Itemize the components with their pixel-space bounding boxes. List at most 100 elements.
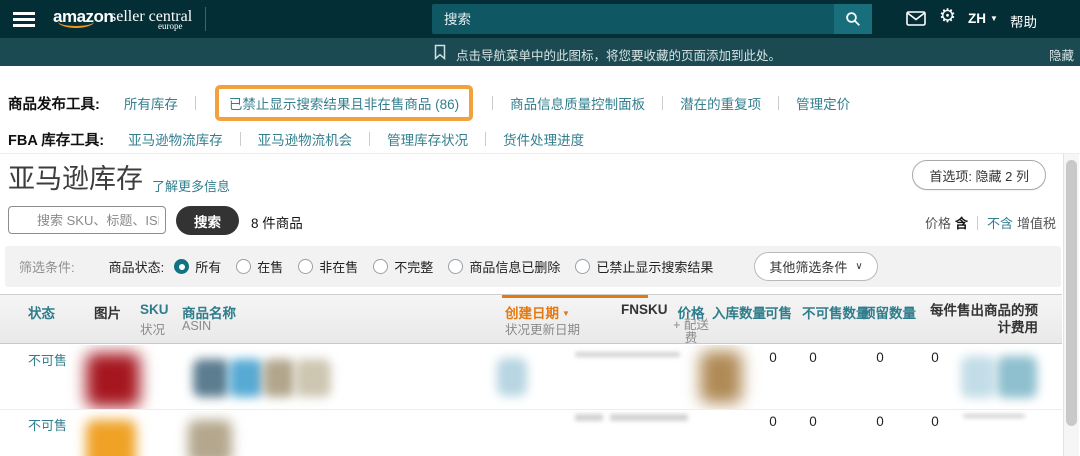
redacted-price-block <box>700 351 742 403</box>
bookmark-icon <box>434 44 446 65</box>
radio-option-inactive[interactable]: 非在售 <box>298 257 358 276</box>
global-search-button[interactable] <box>834 4 872 34</box>
redacted-name-block <box>193 359 229 397</box>
col-date-sub: 状况更新日期 <box>505 319 580 338</box>
product-image[interactable] <box>86 420 136 456</box>
notice-text: 点击导航菜单中的此图标，将您要收藏的页面添加到此处。 <box>456 45 781 64</box>
nav-fba-opportunities[interactable]: 亚马逊物流机会 <box>258 129 353 149</box>
radio-selected-icon[interactable] <box>174 259 189 274</box>
vertical-scrollbar[interactable] <box>1063 154 1079 456</box>
global-search <box>432 4 872 34</box>
vat-separator <box>977 216 978 230</box>
scrollbar-thumb[interactable] <box>1066 160 1077 426</box>
nav-shipment-progress[interactable]: 货件处理进度 <box>503 129 584 149</box>
topbar-divider <box>205 7 206 31</box>
radio-option-suppressed[interactable]: 已禁止显示搜索结果 <box>575 257 713 276</box>
settings-gear-icon[interactable]: ⚙ <box>939 7 956 26</box>
nav-separator <box>240 132 241 146</box>
unsellable-qty-value: 0 <box>873 350 887 365</box>
radio-option-active[interactable]: 在售 <box>236 257 283 276</box>
fba-tools-nav: FBA 库存工具: 亚马逊物流库存 亚马逊物流机会 管理库存状况 货件处理进度 <box>8 124 584 154</box>
col-reserved-qty[interactable]: 预留数量 <box>862 302 916 322</box>
global-search-input[interactable] <box>432 4 834 34</box>
col-asin-sub: ASIN <box>182 319 211 333</box>
inbound-qty-value: 0 <box>766 414 780 429</box>
nav-listing-quality-dashboard[interactable]: 商品信息质量控制面板 <box>510 93 645 113</box>
radio-icon[interactable] <box>448 259 463 274</box>
radio-option-all[interactable]: 所有 <box>174 257 221 276</box>
table-row: 不可售 0 0 0 0 <box>0 411 1062 456</box>
table-row: 不可售 0 0 0 0 <box>0 345 1062 410</box>
redacted-fee-block <box>961 356 995 398</box>
nav-fba-inventory[interactable]: 亚马逊物流库存 <box>128 129 223 149</box>
redacted-text-strip <box>575 414 603 421</box>
redacted-text-strip <box>575 352 680 357</box>
nav-separator <box>662 96 663 110</box>
more-filters-button[interactable]: 其他筛选条件 ∨ <box>754 252 877 281</box>
col-image: 图片 <box>94 302 121 322</box>
inventory-search-button[interactable]: 搜索 <box>176 206 239 235</box>
messages-icon[interactable] <box>906 11 926 31</box>
redacted-name-block <box>263 359 295 397</box>
available-qty-value: 0 <box>806 414 820 429</box>
fba-tools-label: FBA 库存工具: <box>8 129 104 150</box>
filter-bar: 筛选条件: 商品状态: 所有 在售 非在售 不完整 商品信息已删除 已禁止显示搜… <box>5 246 1061 287</box>
nav-suppressed-inactive-listings[interactable]: 已禁止显示搜索结果且非在售商品 (86) <box>229 93 459 113</box>
redacted-text-strip <box>610 414 688 421</box>
radio-option-deleted[interactable]: 商品信息已删除 <box>448 257 560 276</box>
seller-central-inventory-page: amazon seller central europe ⚙ ZH▼ 帮助 <box>0 0 1080 456</box>
redacted-date-block <box>497 358 527 396</box>
chevron-down-icon: ▼ <box>990 14 998 23</box>
sorted-column-indicator <box>502 295 648 298</box>
available-qty-value: 0 <box>806 350 820 365</box>
radio-icon[interactable] <box>298 259 313 274</box>
learn-more-link[interactable]: 了解更多信息 <box>152 176 230 195</box>
nav-separator <box>492 96 493 110</box>
help-link[interactable]: 帮助 <box>1010 11 1037 31</box>
language-selector[interactable]: ZH▼ <box>968 11 998 26</box>
col-estimated-fee: 每件售出商品的预计费用 <box>918 302 1038 336</box>
col-available[interactable]: 可售 <box>765 302 792 322</box>
reserved-qty-value: 0 <box>928 414 942 429</box>
reserved-qty-value: 0 <box>928 350 942 365</box>
section-divider <box>0 153 1080 154</box>
vat-excl-link[interactable]: 不含 <box>987 213 1013 232</box>
radio-option-incomplete[interactable]: 不完整 <box>373 257 433 276</box>
redacted-name-block <box>295 359 331 397</box>
col-sku-sub: 状况 <box>140 319 165 338</box>
col-sku[interactable]: SKU <box>140 302 169 317</box>
table-header: 状态 图片 SKU 状况 商品名称 ASIN 创建日期▼ 状况更新日期 FNSK… <box>0 294 1062 344</box>
filters-label: 筛选条件: <box>19 257 75 276</box>
redacted-fee-block <box>997 356 1037 398</box>
hide-notice-link[interactable]: 隐藏 <box>1049 45 1074 64</box>
redacted-name-block <box>188 420 232 456</box>
col-inbound-qty[interactable]: 入库数量 <box>712 302 766 322</box>
nav-manage-inventory-health[interactable]: 管理库存状况 <box>387 129 468 149</box>
radio-icon[interactable] <box>575 259 590 274</box>
inventory-search-input[interactable] <box>8 206 166 234</box>
vat-price-toggle: 价格 含 不含 增值税 <box>925 213 1056 232</box>
preferences-button[interactable]: 首选项: 隐藏 2 列 <box>912 160 1046 190</box>
col-price-sub: + 配送费 <box>668 319 714 345</box>
nav-all-inventory[interactable]: 所有库存 <box>124 93 178 113</box>
nav-potential-duplicates[interactable]: 潜在的重复项 <box>680 93 761 113</box>
nav-separator <box>195 96 196 110</box>
radio-icon[interactable] <box>373 259 388 274</box>
listing-tools-nav: 商品发布工具: 所有库存 已禁止显示搜索结果且非在售商品 (86) 商品信息质量… <box>8 88 850 118</box>
favorites-notice-bar: 点击导航菜单中的此图标，将您要收藏的页面添加到此处。 隐藏 <box>0 38 1080 66</box>
logo-region-text: europe <box>158 21 183 31</box>
vat-suffix-label: 增值税 <box>1017 213 1056 232</box>
chevron-down-icon: ∨ <box>855 261 862 272</box>
nav-separator <box>369 132 370 146</box>
radio-icon[interactable] <box>236 259 251 274</box>
nav-manage-pricing[interactable]: 管理定价 <box>796 93 850 113</box>
page-title: 亚马逊库存 <box>8 157 143 196</box>
status-link[interactable]: 不可售 <box>28 350 67 369</box>
product-image[interactable] <box>86 353 140 407</box>
nav-separator <box>778 96 779 110</box>
col-status[interactable]: 状态 <box>28 302 55 322</box>
col-unsellable-qty[interactable]: 不可售数量 <box>802 302 870 322</box>
status-link[interactable]: 不可售 <box>28 415 67 434</box>
hamburger-menu-icon[interactable] <box>13 12 35 15</box>
redacted-name-block <box>229 359 263 397</box>
